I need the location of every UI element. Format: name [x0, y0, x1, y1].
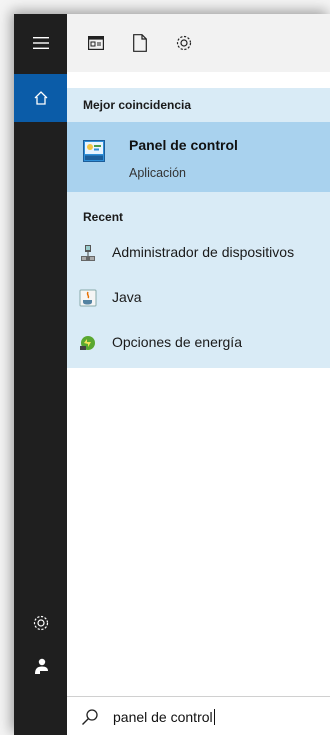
home-button[interactable] [14, 74, 67, 122]
user-icon [34, 658, 48, 674]
search-input-value: panel de control [113, 709, 213, 725]
gear-icon [33, 615, 48, 631]
filter-toolbar [67, 14, 330, 72]
home-icon [34, 91, 47, 105]
settings-filter-button[interactable] [168, 27, 200, 59]
document-icon [133, 34, 147, 52]
apps-filter-button[interactable] [80, 27, 112, 59]
apps-icon [88, 36, 104, 50]
recent-item-device-manager[interactable]: Administrador de dispositivos [67, 235, 330, 271]
control-panel-icon [83, 140, 105, 162]
best-match-item[interactable]: Panel de control Aplicación [67, 122, 330, 192]
recent-item-label: Opciones de energía [112, 334, 242, 350]
recent-item-label: Java [112, 289, 142, 305]
hamburger-menu-button[interactable] [14, 19, 67, 67]
text-caret [213, 709, 215, 725]
device-manager-icon [81, 245, 95, 261]
screen-frame: Mejor coincidencia Panel de control Apli… [0, 0, 330, 735]
recent-item-label: Administrador de dispositivos [112, 244, 295, 260]
power-options-icon [80, 336, 95, 350]
documents-filter-button[interactable] [124, 27, 156, 59]
best-match-subtitle: Aplicación [129, 166, 186, 180]
recent-item-power-options[interactable]: Opciones de energía [67, 325, 330, 361]
java-icon [79, 289, 97, 307]
settings-rail-button[interactable] [14, 599, 67, 647]
recent-header: Recent [83, 210, 124, 224]
settings-icon [176, 35, 192, 51]
search-input[interactable]: panel de control [113, 709, 215, 725]
search-icon [82, 709, 98, 725]
left-rail [14, 14, 67, 735]
best-match-header: Mejor coincidencia [83, 98, 192, 112]
search-bar[interactable]: panel de control [67, 696, 330, 735]
hamburger-icon [32, 37, 49, 49]
user-button[interactable] [14, 642, 67, 690]
search-window: Mejor coincidencia Panel de control Apli… [14, 14, 330, 735]
best-match-title: Panel de control [129, 137, 238, 153]
results-panel: Mejor coincidencia Panel de control Apli… [67, 88, 330, 368]
recent-item-java[interactable]: Java [67, 280, 330, 316]
